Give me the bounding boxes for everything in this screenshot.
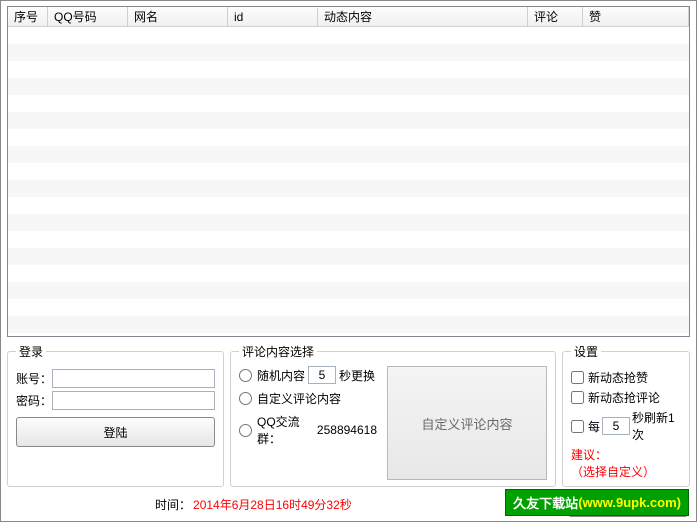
chk-new-comment[interactable] bbox=[571, 391, 584, 404]
qqgroup-number: 258894618 bbox=[317, 423, 377, 437]
settings-group: 设置 新动态抢赞 新动态抢评论 每 秒刷新1次 建议： （选择自定义） bbox=[562, 343, 690, 487]
comment-legend: 评论内容选择 bbox=[239, 343, 317, 360]
col-qq[interactable]: QQ号码 bbox=[48, 6, 128, 27]
chk-every-prefix: 每 bbox=[588, 418, 600, 435]
login-group: 登录 账号： 密码： 登陆 bbox=[7, 343, 224, 487]
password-input[interactable] bbox=[52, 391, 215, 410]
col-index[interactable]: 序号 bbox=[8, 6, 48, 27]
radio-custom-label: 自定义评论内容 bbox=[257, 390, 341, 407]
suggest-label: 建议： bbox=[571, 448, 607, 462]
data-table[interactable]: 序号 QQ号码 网名 id 动态内容 评论 赞 bbox=[7, 6, 690, 337]
col-like[interactable]: 赞 bbox=[583, 6, 689, 27]
suggest-text: （选择自定义） bbox=[571, 465, 655, 479]
table-body[interactable] bbox=[8, 27, 689, 336]
col-content[interactable]: 动态内容 bbox=[318, 6, 528, 27]
radio-custom[interactable] bbox=[239, 392, 252, 405]
watermark-site: 久友下载站 bbox=[513, 493, 578, 512]
col-id[interactable]: id bbox=[228, 8, 318, 26]
chk-every-suffix: 秒刷新1次 bbox=[632, 409, 681, 443]
random-suffix: 秒更换 bbox=[339, 367, 375, 384]
chk-new-like[interactable] bbox=[571, 371, 584, 384]
col-nickname[interactable]: 网名 bbox=[128, 6, 228, 27]
watermark: 久友下载站 (www.9upk.com) bbox=[505, 489, 689, 516]
radio-random-label: 随机内容 bbox=[257, 367, 305, 384]
chk-refresh[interactable] bbox=[571, 420, 584, 433]
col-comment[interactable]: 评论 bbox=[528, 6, 583, 27]
watermark-url: (www.9upk.com) bbox=[578, 495, 681, 510]
chk-new-comment-label: 新动态抢评论 bbox=[588, 389, 660, 406]
login-button[interactable]: 登陆 bbox=[16, 417, 215, 447]
account-input[interactable] bbox=[52, 369, 215, 388]
time-value: 2014年6月28日16时49分32秒 bbox=[193, 496, 352, 513]
table-header: 序号 QQ号码 网名 id 动态内容 评论 赞 bbox=[8, 7, 689, 27]
time-label: 时间： bbox=[155, 496, 191, 513]
settings-legend: 设置 bbox=[571, 343, 601, 360]
radio-random[interactable] bbox=[239, 369, 252, 382]
password-label: 密码： bbox=[16, 392, 52, 409]
time-display: 时间： 2014年6月28日16时49分32秒 bbox=[155, 496, 352, 513]
account-label: 账号： bbox=[16, 370, 52, 387]
chk-new-like-label: 新动态抢赞 bbox=[588, 369, 648, 386]
login-legend: 登录 bbox=[16, 343, 46, 360]
comment-group: 评论内容选择 随机内容 秒更换 自定义评论内容 QQ交流群： 258894618 bbox=[230, 343, 556, 487]
custom-comment-button[interactable]: 自定义评论内容 bbox=[387, 366, 547, 480]
radio-qqgroup-label: QQ交流群： bbox=[257, 413, 314, 447]
radio-qqgroup[interactable] bbox=[239, 424, 252, 437]
refresh-seconds-input[interactable] bbox=[602, 417, 630, 435]
random-seconds-input[interactable] bbox=[308, 366, 336, 384]
